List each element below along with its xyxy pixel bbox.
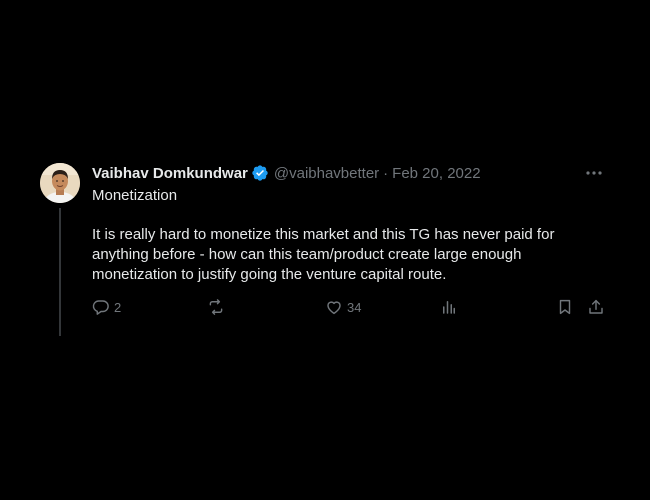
author-name[interactable]: Vaibhav Domkundwar bbox=[92, 165, 248, 182]
author-handle[interactable]: @vaibhavbetter bbox=[274, 165, 379, 182]
retweet-button[interactable] bbox=[206, 295, 226, 319]
like-icon bbox=[325, 298, 343, 316]
retweet-icon bbox=[206, 298, 226, 316]
thread-line bbox=[59, 208, 61, 336]
tweet-body-line: anything before - how can this team/prod… bbox=[92, 246, 522, 263]
tweet-date[interactable]: Feb 20, 2022 bbox=[392, 165, 480, 182]
bookmark-button[interactable] bbox=[556, 295, 574, 319]
tweet-body-line: It is really hard to monetize this marke… bbox=[92, 226, 555, 243]
more-options-icon[interactable] bbox=[582, 164, 606, 182]
views-button[interactable] bbox=[440, 295, 458, 319]
tweet: Vaibhav Domkundwar @vaibhavbetter · Feb … bbox=[40, 160, 610, 340]
share-button[interactable] bbox=[587, 295, 605, 319]
avatar[interactable] bbox=[40, 163, 80, 203]
like-button[interactable]: 34 bbox=[325, 295, 361, 319]
tweet-title: Monetization bbox=[92, 187, 178, 204]
bookmark-icon bbox=[556, 298, 574, 316]
reply-count: 2 bbox=[114, 299, 122, 315]
tweet-body-line: monetization to justify going the ventur… bbox=[92, 266, 447, 283]
reply-button[interactable]: 2 bbox=[92, 295, 121, 319]
like-count: 34 bbox=[347, 299, 362, 315]
analytics-icon bbox=[440, 298, 458, 316]
action-bar: 2 34 bbox=[92, 295, 607, 319]
tweet-header: Vaibhav Domkundwar @vaibhavbetter · Feb … bbox=[92, 163, 481, 183]
verified-badge-icon bbox=[251, 164, 269, 182]
reply-icon bbox=[92, 298, 110, 316]
share-icon bbox=[587, 298, 605, 316]
header-separator: · bbox=[383, 164, 389, 182]
tweet-body: It is really hard to monetize this marke… bbox=[92, 225, 592, 285]
avatar-image bbox=[40, 163, 80, 203]
